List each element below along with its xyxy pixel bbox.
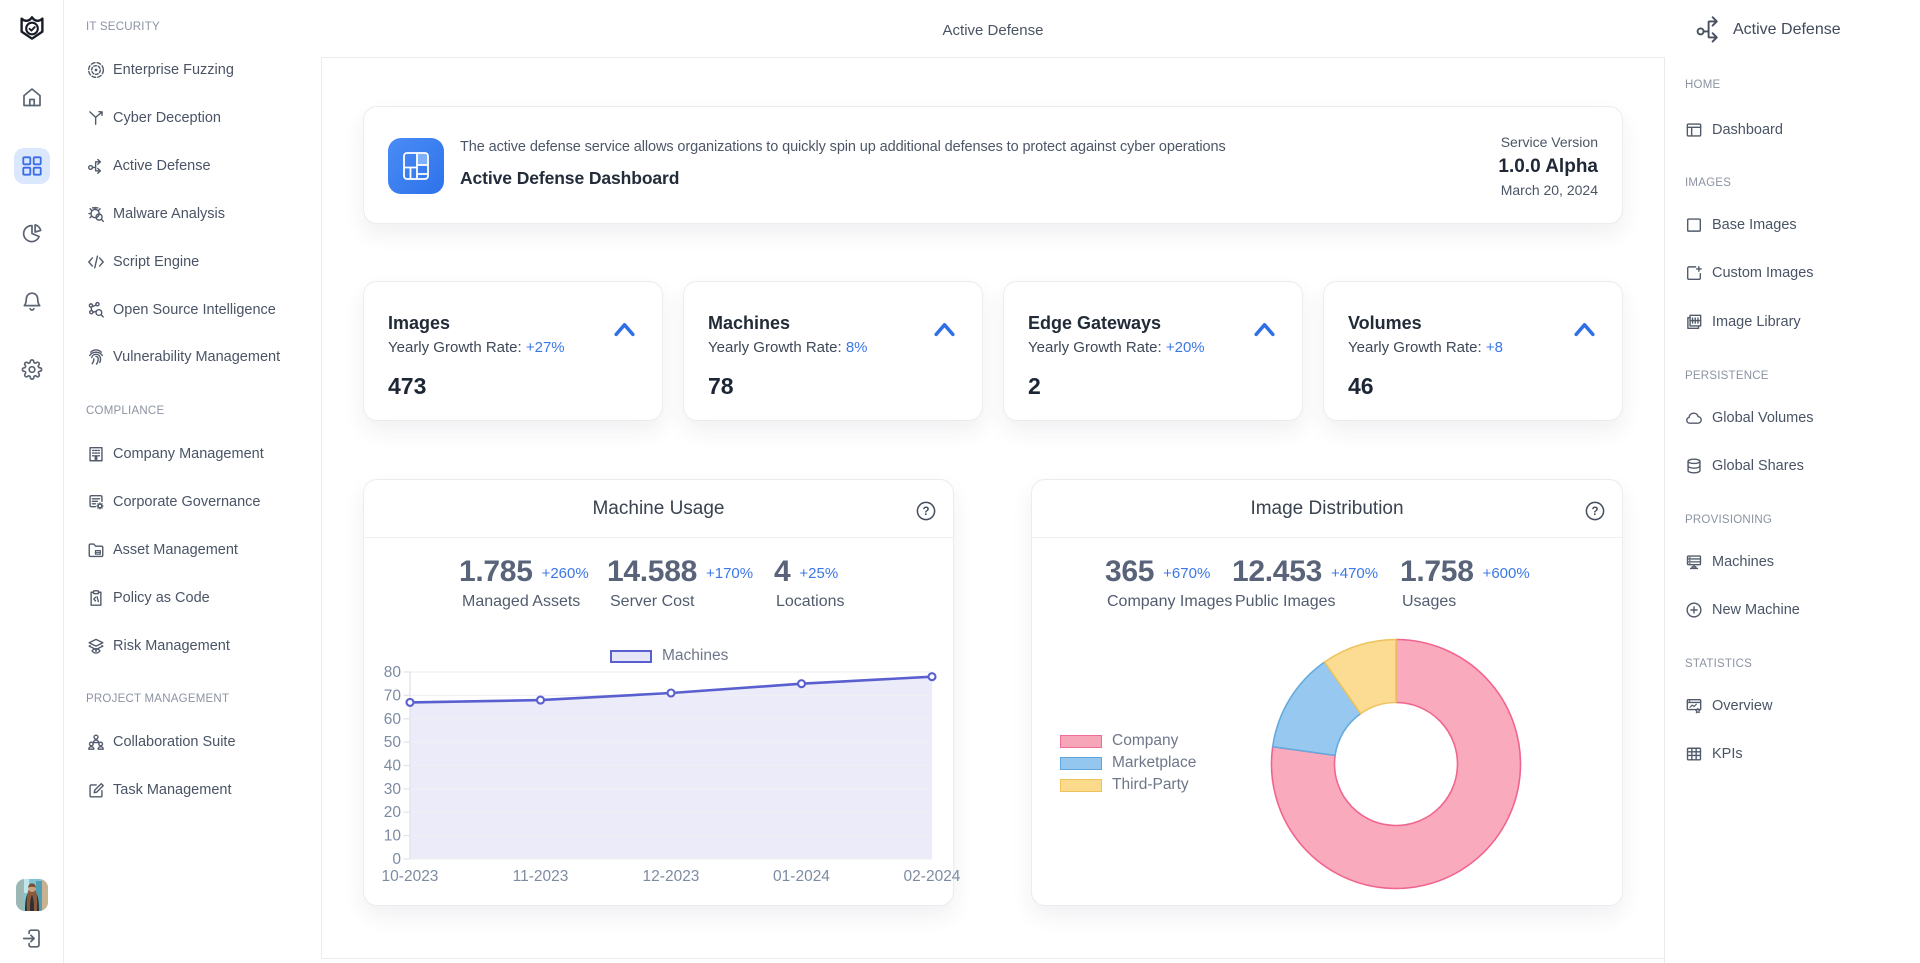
svg-text:30: 30 (384, 781, 402, 798)
svg-text:80: 80 (384, 664, 402, 681)
svg-text:02-2024: 02-2024 (904, 868, 961, 885)
svg-text:11-2023: 11-2023 (513, 868, 569, 885)
svg-text:60: 60 (384, 711, 402, 728)
svg-text:01-2024: 01-2024 (773, 868, 830, 885)
svg-text:70: 70 (384, 687, 402, 704)
svg-text:12-2023: 12-2023 (643, 868, 700, 885)
svg-text:20: 20 (384, 804, 402, 821)
svg-text:0: 0 (392, 851, 401, 868)
svg-text:10: 10 (384, 828, 402, 845)
svg-text:40: 40 (384, 758, 402, 775)
svg-text:10-2023: 10-2023 (382, 868, 439, 885)
svg-text:50: 50 (384, 734, 402, 751)
